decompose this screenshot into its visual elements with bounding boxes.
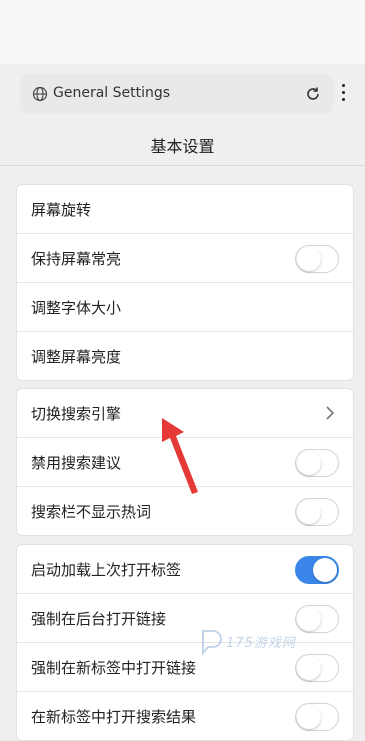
address-bar[interactable]: General Settings (20, 74, 334, 114)
setting-restore-tabs[interactable]: 启动加载上次打开标签 (17, 545, 353, 594)
setting-label: 搜索栏不显示热词 (31, 503, 152, 521)
setting-keep-screen-on[interactable]: 保持屏幕常亮 (17, 234, 353, 283)
address-text: General Settings (53, 85, 171, 101)
setting-label: 强制在新标签中打开链接 (31, 659, 197, 677)
setting-label: 在新标签中打开搜索结果 (31, 708, 197, 726)
setting-brightness[interactable]: 调整屏幕亮度 (17, 332, 353, 380)
annotation-arrow-icon (162, 418, 198, 494)
watermark-logo-icon (202, 630, 222, 656)
globe-icon (32, 86, 48, 102)
search-results-new-tab-toggle[interactable] (295, 703, 339, 731)
hide-hot-words-toggle[interactable] (295, 498, 339, 526)
settings-group-display: 屏幕旋转 保持屏幕常亮 调整字体大小 调整屏幕亮度 (16, 184, 354, 381)
keep-screen-on-toggle[interactable] (295, 245, 339, 273)
more-vertical-icon[interactable] (337, 84, 349, 106)
setting-label: 切换搜索引擎 (31, 405, 122, 423)
status-bar (0, 0, 365, 64)
setting-label: 启动加载上次打开标签 (31, 561, 182, 579)
chevron-right-icon (326, 406, 335, 420)
setting-label: 调整字体大小 (31, 299, 122, 317)
setting-search-results-new-tab[interactable]: 在新标签中打开搜索结果 (17, 692, 353, 740)
divider (0, 165, 365, 166)
setting-screen-rotation[interactable]: 屏幕旋转 (17, 185, 353, 234)
watermark-text: 175游戏网 (226, 636, 296, 651)
disable-suggestions-toggle[interactable] (295, 449, 339, 477)
setting-label: 屏幕旋转 (31, 201, 92, 219)
reload-icon[interactable] (304, 85, 322, 103)
watermark: 175游戏网 (200, 626, 340, 660)
setting-font-size[interactable]: 调整字体大小 (17, 283, 353, 332)
page-title: 基本设置 (150, 137, 215, 156)
setting-label: 强制在后台打开链接 (31, 610, 167, 628)
setting-label: 保持屏幕常亮 (31, 250, 122, 268)
setting-label: 调整屏幕亮度 (31, 348, 122, 366)
setting-label: 禁用搜索建议 (31, 454, 122, 472)
restore-tabs-toggle[interactable] (295, 556, 339, 584)
